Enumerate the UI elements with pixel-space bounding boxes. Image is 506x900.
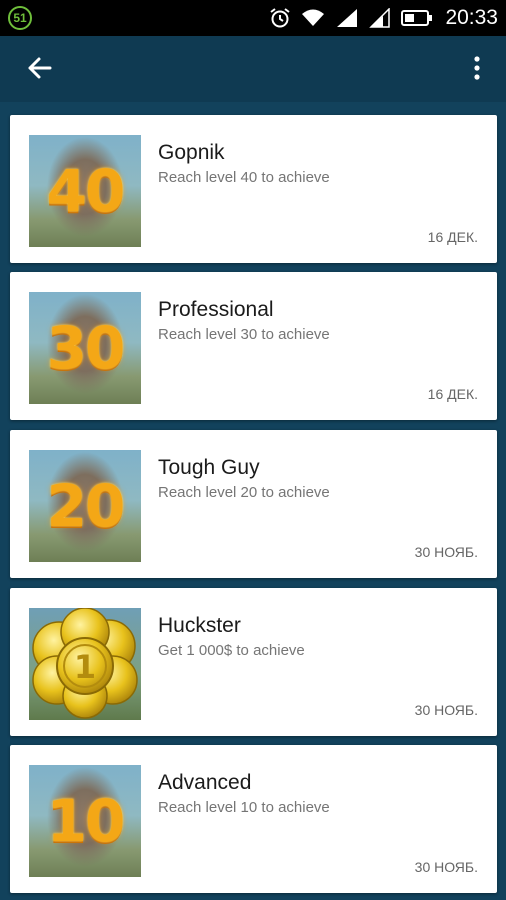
achievement-card[interactable]: 40 Gopnik Reach level 40 to achieve 16 Д… [10, 115, 497, 263]
level-badge-number: 30 [46, 314, 126, 382]
achievement-badge-image: 20 [29, 450, 141, 562]
achievement-title: Tough Guy [158, 456, 260, 479]
achievement-title: Gopnik [158, 141, 225, 164]
alarm-icon [270, 8, 291, 28]
achievement-date: 30 НОЯБ. [414, 859, 478, 875]
wifi-icon [302, 9, 325, 26]
achievement-card[interactable]: 10 Advanced Reach level 10 to achieve 30… [10, 745, 497, 893]
battery-icon [401, 10, 433, 26]
achievements-list[interactable]: 40 Gopnik Reach level 40 to achieve 16 Д… [0, 102, 506, 900]
achievement-card[interactable]: 30 Professional Reach level 30 to achiev… [10, 272, 497, 420]
status-icons: 20:33 [269, 0, 498, 36]
more-vertical-icon [474, 56, 480, 80]
level-badge-number: 40 [46, 157, 126, 225]
achievement-description: Get 1 000$ to achieve [158, 642, 305, 659]
achievement-date: 30 НОЯБ. [414, 544, 478, 560]
clock: 20:33 [445, 6, 498, 29]
achievement-date: 30 НОЯБ. [414, 702, 478, 718]
signal-2-icon [369, 8, 391, 28]
coin-number: 1 [74, 648, 96, 686]
level-badge-number: 10 [46, 787, 126, 855]
achievement-title: Huckster [158, 614, 241, 637]
achievement-description: Reach level 10 to achieve [158, 799, 330, 816]
achievement-description: Reach level 40 to achieve [158, 169, 330, 186]
arrow-left-icon [28, 57, 52, 79]
achievement-badge-image: 30 [29, 292, 141, 404]
app-bar [0, 36, 506, 102]
achievement-date: 16 ДЕК. [427, 386, 478, 402]
achievement-badge-image: 40 [29, 135, 141, 247]
achievement-badge-image: 10 [29, 765, 141, 877]
achievement-date: 16 ДЕК. [427, 229, 478, 245]
achievement-title: Advanced [158, 771, 252, 794]
level-badge-number: 20 [46, 472, 126, 540]
signal-icon [337, 9, 358, 27]
notification-count-badge: 51 [8, 6, 32, 30]
back-button[interactable] [22, 50, 58, 86]
achievement-description: Reach level 20 to achieve [158, 484, 330, 501]
achievement-description: Reach level 30 to achieve [158, 326, 330, 343]
achievement-card[interactable]: 20 Tough Guy Reach level 20 to achieve 3… [10, 430, 497, 578]
overflow-menu-button[interactable] [468, 50, 486, 86]
gold-coins-image: 1 [29, 608, 141, 720]
gold-coins-icon: 1 [32, 608, 138, 719]
achievement-card[interactable]: 1 Huckster Get 1 000$ to achieve 30 НОЯБ… [10, 588, 497, 736]
achievement-title: Professional [158, 298, 274, 321]
status-bar: 51 20:33 [0, 0, 506, 36]
